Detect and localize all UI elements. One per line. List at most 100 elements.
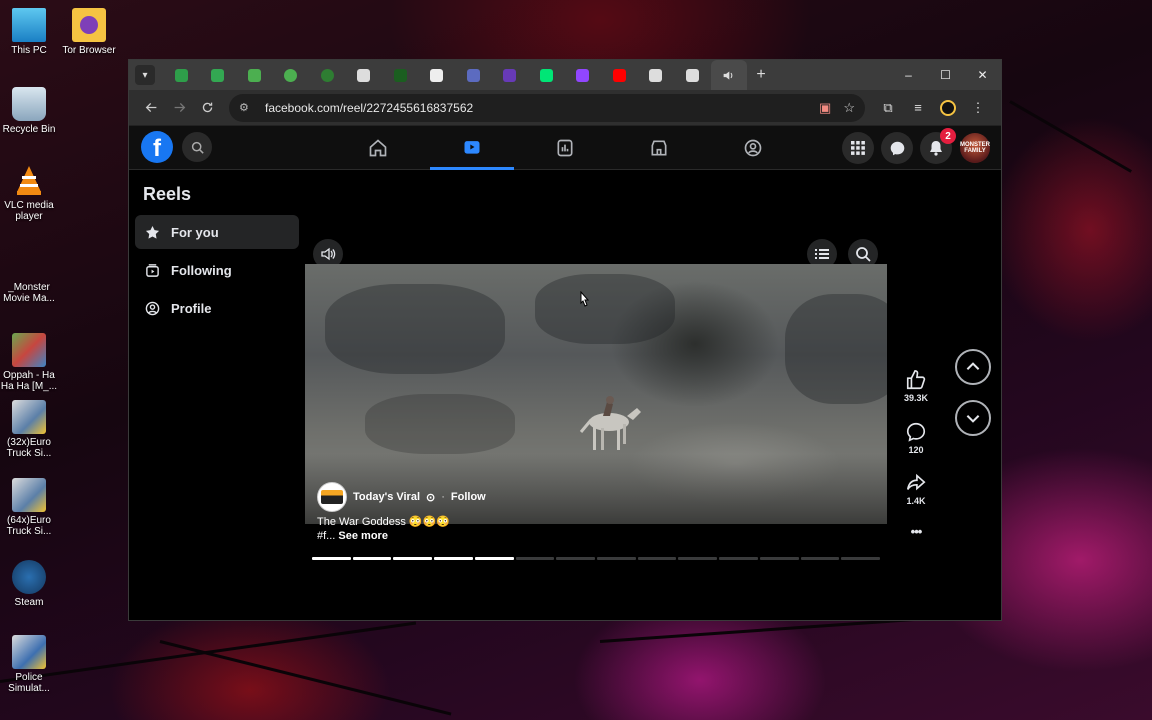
browser-tab[interactable]: [455, 60, 492, 90]
new-tab-button[interactable]: +: [747, 66, 775, 84]
groups-icon: [744, 139, 762, 157]
browser-tab[interactable]: [200, 60, 237, 90]
more-options-button[interactable]: •••: [899, 524, 933, 539]
more-icon: •••: [910, 524, 923, 539]
browser-window: ▾ + – ☐ ✕ ⚙ facebook.com/reel/2272455616…: [128, 59, 1002, 621]
grid-menu-icon: [851, 141, 865, 155]
progress-segment: [800, 557, 840, 560]
nav-home[interactable]: [336, 126, 420, 170]
back-button[interactable]: [137, 94, 165, 122]
browser-tab[interactable]: [382, 60, 419, 90]
see-more-link[interactable]: See more: [338, 530, 388, 542]
tab-favicon-icon: [284, 68, 298, 82]
desktop-icon-vlc[interactable]: VLC media player: [0, 163, 58, 222]
sidebar-item-following[interactable]: Following: [135, 253, 299, 287]
browser-menu-icon[interactable]: ⋮: [963, 94, 993, 122]
recycle-bin-icon: [12, 87, 46, 121]
chevron-down-icon: [966, 415, 980, 423]
desktop-icon-police-sim[interactable]: Police Simulat...: [0, 635, 58, 694]
browser-tab[interactable]: [638, 60, 675, 90]
folder-icon: [72, 8, 106, 42]
tab-favicon-icon: [393, 68, 407, 82]
minimize-button[interactable]: –: [890, 60, 927, 90]
bookmark-star-icon[interactable]: ☆: [843, 100, 855, 116]
sidebar-item-profile[interactable]: Profile: [135, 291, 299, 325]
facebook-logo[interactable]: f: [141, 131, 173, 163]
desktop-icon-label: VLC media player: [4, 200, 54, 222]
like-button[interactable]: 39.3K: [899, 369, 933, 403]
notifications-button[interactable]: 2: [920, 128, 956, 164]
desktop-icon-label: Oppah - Ha Ha Ha [M_...: [0, 370, 58, 392]
tab-favicon-icon: [612, 68, 626, 82]
next-reel-button[interactable]: [955, 400, 991, 436]
desktop-icon-tor-browser[interactable]: Tor Browser: [60, 8, 118, 56]
author-avatar[interactable]: [317, 482, 347, 512]
maximize-button[interactable]: ☐: [927, 60, 964, 90]
video-rock-shadow: [365, 394, 515, 454]
bell-icon: [930, 141, 942, 156]
desktop-icon-steam[interactable]: Steam: [0, 560, 58, 608]
steam-icon: [12, 560, 46, 594]
browser-tab[interactable]: [565, 60, 602, 90]
browser-tab[interactable]: [601, 60, 638, 90]
browser-tab[interactable]: [346, 60, 383, 90]
profile-icon[interactable]: [933, 94, 963, 122]
browser-tab[interactable]: [419, 60, 456, 90]
url-field[interactable]: ⚙ facebook.com/reel/2272455616837562 ▣ ☆: [229, 93, 865, 122]
browser-tab[interactable]: [163, 60, 200, 90]
nav-pages[interactable]: [523, 126, 607, 170]
browser-tab[interactable]: [309, 60, 346, 90]
follow-button[interactable]: Follow: [451, 491, 486, 503]
author-name[interactable]: Today's Viral: [353, 491, 420, 503]
reload-button[interactable]: [193, 94, 221, 122]
reels-page: Reels For you Following Profile Today's …: [129, 170, 1001, 620]
tab-favicon-icon: [247, 68, 261, 82]
close-button[interactable]: ✕: [964, 60, 1001, 90]
progress-segment: [759, 557, 799, 560]
window-controls: – ☐ ✕: [890, 60, 1001, 90]
forward-arrow-icon: [174, 102, 185, 113]
tab-search-button[interactable]: ▾: [135, 65, 155, 85]
desktop-icon-monster-movie[interactable]: _Monster Movie Ma...: [0, 245, 58, 304]
tab-strip: ▾ + – ☐ ✕: [129, 60, 1001, 90]
cast-icon[interactable]: ▣: [819, 100, 831, 116]
messenger-button[interactable]: [881, 132, 913, 164]
notification-badge: 2: [940, 128, 956, 144]
back-arrow-icon: [145, 102, 156, 113]
browser-tab[interactable]: [492, 60, 529, 90]
progress-segment: [719, 557, 758, 560]
nav-groups[interactable]: [711, 126, 795, 170]
desktop-icon-label: _Monster Movie Ma...: [3, 282, 55, 304]
tab-active[interactable]: [710, 60, 747, 90]
site-settings-icon[interactable]: ⚙: [239, 101, 257, 114]
extensions-icon[interactable]: ⧉: [873, 94, 903, 122]
account-button[interactable]: MONSTER FAMILY: [959, 132, 991, 164]
desktop-icon-this-pc[interactable]: This PC: [0, 8, 58, 56]
previous-reel-button[interactable]: [955, 349, 991, 385]
tab-favicon-icon: [539, 68, 553, 82]
desktop-icon-recycle-bin[interactable]: Recycle Bin: [0, 87, 58, 135]
nav-marketplace[interactable]: [617, 126, 701, 170]
forward-button[interactable]: [165, 94, 193, 122]
desktop-icon-oppah[interactable]: Oppah - Ha Ha Ha [M_...: [0, 333, 58, 392]
share-count: 1.4K: [906, 496, 926, 506]
browser-tab[interactable]: [273, 60, 310, 90]
sidebar-item-for-you[interactable]: For you: [135, 215, 299, 249]
video-file-icon: [12, 333, 46, 367]
browser-tab[interactable]: [236, 60, 273, 90]
desktop-icon-euro-truck-64[interactable]: (64x)Euro Truck Si...: [0, 478, 58, 537]
desktop-icon-label: Steam: [14, 597, 44, 608]
video-icon: [464, 140, 480, 154]
share-button[interactable]: 1.4K: [899, 472, 933, 506]
browser-tab[interactable]: [528, 60, 565, 90]
game-icon: [12, 400, 46, 434]
facebook-search-button[interactable]: [182, 132, 212, 162]
horse-rider-figure: [579, 396, 641, 450]
menu-button[interactable]: [842, 132, 874, 164]
nav-video[interactable]: [430, 126, 514, 170]
reel-progress-bar[interactable]: [312, 557, 881, 560]
desktop-icon-euro-truck-32[interactable]: (32x)Euro Truck Si...: [0, 400, 58, 459]
comment-button[interactable]: 120: [899, 421, 933, 455]
browser-tab[interactable]: [674, 60, 711, 90]
media-controls-icon[interactable]: ≡: [903, 94, 933, 122]
